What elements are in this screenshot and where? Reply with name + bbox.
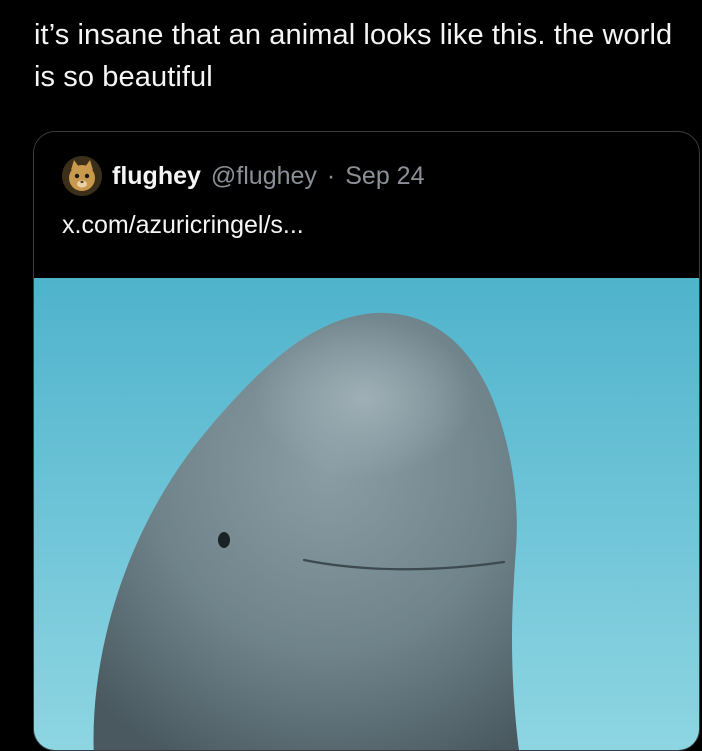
beluga-whale-image-icon: [34, 278, 699, 750]
avatar[interactable]: [62, 156, 102, 196]
quoted-post-card[interactable]: flughey @flughey · Sep 24 x.com/azuricri…: [33, 131, 700, 751]
quoted-post-link[interactable]: x.com/azuricringel/s...: [62, 211, 304, 240]
media-image[interactable]: [34, 278, 699, 750]
user-handle[interactable]: @flughey: [211, 162, 317, 191]
post-date[interactable]: Sep 24: [345, 162, 424, 191]
cat-avatar-icon: [62, 156, 102, 196]
quoted-post-header: flughey @flughey · Sep 24: [62, 154, 424, 198]
separator-dot: ·: [326, 161, 336, 190]
post-text: it’s insane that an animal looks like th…: [34, 19, 673, 93]
display-name[interactable]: flughey: [112, 162, 201, 191]
